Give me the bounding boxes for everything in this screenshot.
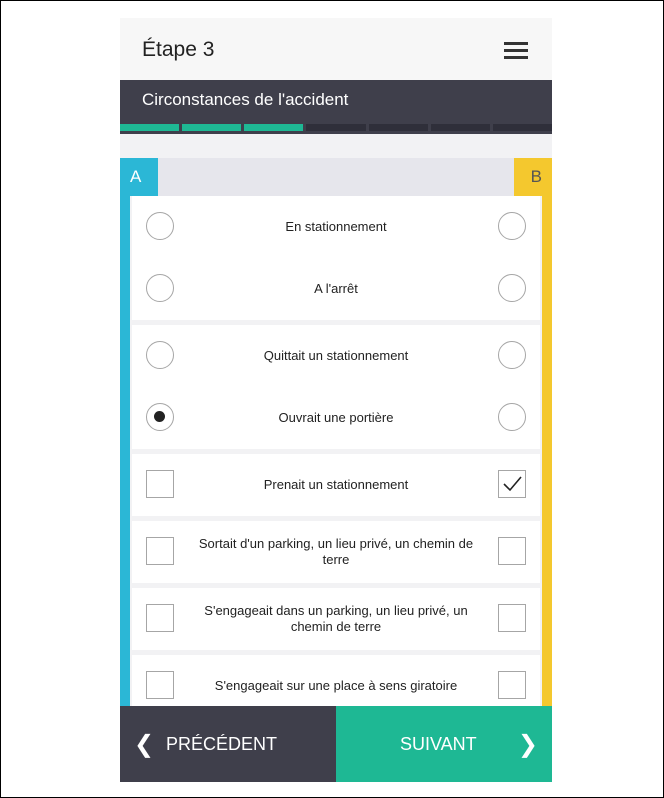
- circumstance-group: Quittait un stationnement Ouvrait une por…: [132, 325, 540, 449]
- previous-button-label: PRÉCÉDENT: [166, 734, 278, 754]
- next-button[interactable]: SUIVANT ❯: [336, 706, 552, 782]
- circumstance-row: En stationnement: [132, 196, 540, 258]
- circumstance-list: En stationnement A l'arrêt Quittait un sta…: [132, 196, 540, 722]
- circumstance-row: S'engageait dans un parking, un lieu pri…: [132, 588, 540, 650]
- vehicle-b-radio[interactable]: [498, 341, 526, 369]
- circumstance-row: A l'arrêt: [132, 258, 540, 320]
- previous-button[interactable]: ❮ PRÉCÉDENT: [120, 706, 336, 782]
- vehicle-b-checkbox[interactable]: [498, 604, 526, 632]
- app-header: Étape 3: [120, 18, 552, 80]
- circumstance-group: Prenait un stationnement: [132, 454, 540, 516]
- circumstance-row: Sortait d'un parking, un lieu privé, un …: [132, 521, 540, 583]
- vehicle-a-radio[interactable]: [146, 403, 174, 431]
- vehicle-a-badge: A: [120, 158, 158, 196]
- circumstance-group: S'engageait dans un parking, un lieu pri…: [132, 588, 540, 650]
- vehicle-b-checkbox[interactable]: [498, 470, 526, 498]
- progress-segment: [306, 124, 366, 131]
- circumstance-label: En stationnement: [285, 219, 387, 234]
- section-title: Circonstances de l'accident: [142, 90, 349, 109]
- page-title: Étape 3: [142, 38, 215, 61]
- circumstance-label: Sortait d'un parking, un lieu privé, un …: [198, 536, 474, 567]
- circumstance-group: Sortait d'un parking, un lieu privé, un …: [132, 521, 540, 583]
- vehicle-a-checkbox[interactable]: [146, 537, 174, 565]
- progress-segment: [244, 124, 304, 131]
- circumstance-label: A l'arrêt: [314, 281, 358, 296]
- circumstance-row: Quittait un stationnement: [132, 325, 540, 387]
- vehicle-b-radio[interactable]: [498, 274, 526, 302]
- hamburger-menu-icon[interactable]: [504, 42, 528, 60]
- circumstance-label: Prenait un stationnement: [263, 477, 409, 492]
- progress-segment: [368, 124, 428, 131]
- vehicle-a-checkbox[interactable]: [146, 671, 174, 699]
- vehicle-a-radio[interactable]: [146, 274, 174, 302]
- vehicle-b-radio[interactable]: [498, 403, 526, 431]
- next-button-label: SUIVANT: [400, 734, 477, 754]
- circumstance-row: Ouvrait une portière: [132, 387, 540, 449]
- column-header: A B: [120, 158, 552, 196]
- vehicle-a-checkbox[interactable]: [146, 470, 174, 498]
- circumstance-label: S'engageait dans un parking, un lieu pri…: [204, 603, 468, 634]
- section-bar: Circonstances de l'accident: [120, 80, 552, 122]
- step-progress-bar: [120, 122, 552, 134]
- circumstance-row: Prenait un stationnement: [132, 454, 540, 516]
- progress-segment: [120, 124, 180, 131]
- circumstance-label: Ouvrait une portière: [278, 410, 394, 425]
- vehicle-b-badge: B: [514, 158, 552, 196]
- vehicle-b-radio[interactable]: [498, 212, 526, 240]
- vehicle-b-checkbox[interactable]: [498, 537, 526, 565]
- app-screen: Étape 3 Circonstances de l'accident A B …: [120, 18, 552, 782]
- chevron-right-icon: ❯: [517, 731, 538, 758]
- vehicle-a-strip: [120, 196, 130, 716]
- vehicle-a-radio[interactable]: [146, 212, 174, 240]
- chevron-left-icon: ❮: [134, 731, 155, 758]
- vehicle-a-radio[interactable]: [146, 341, 174, 369]
- vehicle-a-checkbox[interactable]: [146, 604, 174, 632]
- circumstance-label: Quittait un stationnement: [263, 348, 409, 363]
- vehicle-b-strip: [542, 196, 552, 716]
- progress-segment: [492, 124, 552, 131]
- progress-segment: [430, 124, 490, 131]
- vehicle-b-checkbox[interactable]: [498, 671, 526, 699]
- circumstance-group: En stationnement A l'arrêt: [132, 196, 540, 320]
- bottom-navigation: ❮ PRÉCÉDENT SUIVANT ❯: [120, 706, 552, 782]
- progress-segment: [182, 124, 242, 131]
